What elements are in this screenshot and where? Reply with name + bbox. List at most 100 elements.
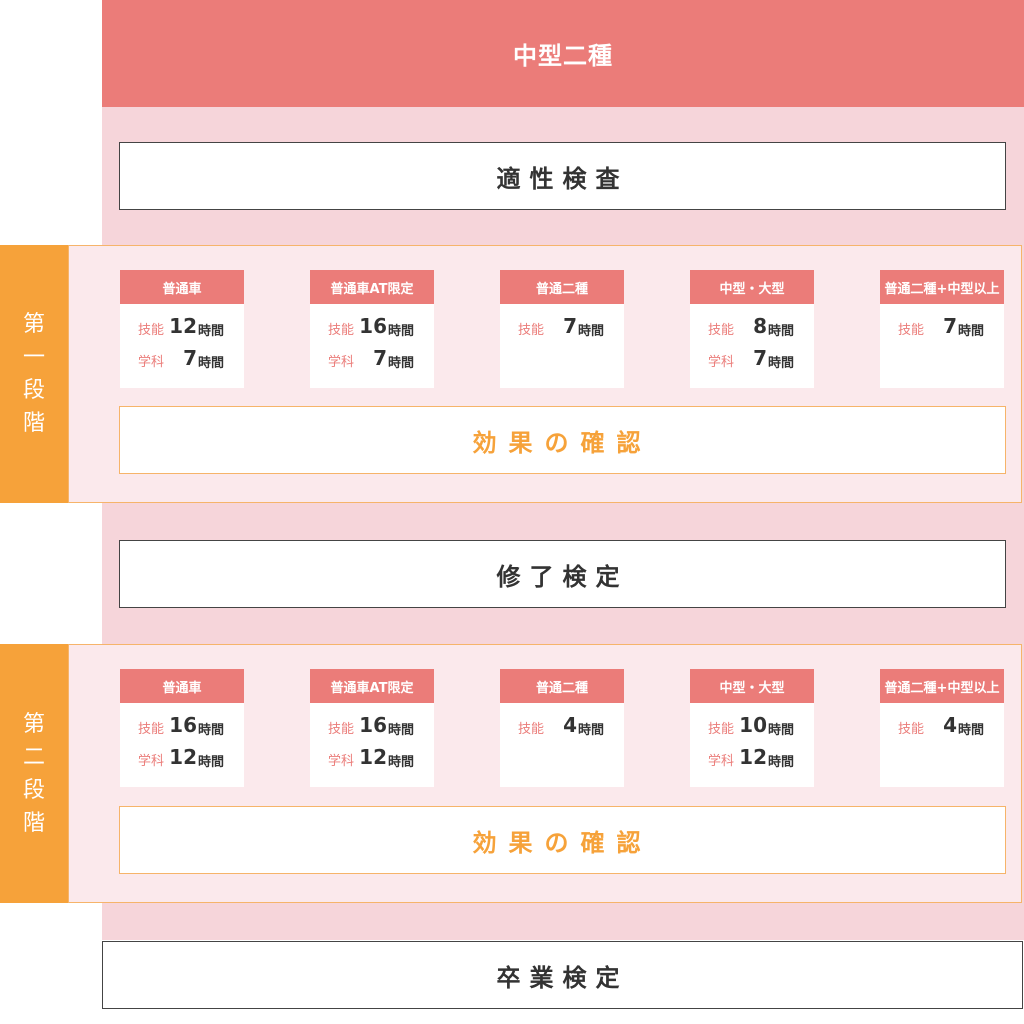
hours-kind: 技能	[708, 323, 735, 338]
hours-number: 16	[359, 314, 387, 338]
card-title: 普通二種+中型以上	[880, 270, 1004, 304]
hours-number: 7	[753, 346, 767, 370]
hours-unit: 時間	[198, 356, 225, 371]
page-title: 中型二種	[102, 0, 1024, 107]
course-card-standard-at: 普通車AT限定 技能 16 時間 学科 7 時間	[310, 270, 434, 388]
stage-label-char: 段	[22, 378, 45, 403]
card-title: 普通車	[120, 270, 244, 304]
hours-unit: 時間	[198, 723, 225, 738]
hours-number: 8	[753, 314, 767, 338]
hours-kind: 技能	[138, 722, 165, 737]
hours-kind: 技能	[138, 323, 165, 338]
hours-unit: 時間	[388, 356, 415, 371]
stage-label-char: 階	[22, 411, 45, 436]
hours-unit: 時間	[388, 324, 415, 339]
effect-confirmation: 効果の確認	[119, 806, 1006, 874]
hours-number: 4	[943, 713, 957, 737]
stage-label-char: 二	[22, 744, 45, 770]
hours-number: 7	[183, 346, 197, 370]
course-card-medium-large: 中型・大型 技能 8 時間 学科 7 時間	[690, 270, 814, 388]
hours-row: 技能 16 時間	[310, 314, 434, 340]
hours-unit: 時間	[768, 324, 795, 339]
hours-number: 7	[373, 346, 387, 370]
hours-row: 学科 7 時間	[310, 346, 434, 372]
card-title: 普通二種	[500, 669, 624, 703]
hours-row: 学科 7 時間	[120, 346, 244, 372]
stage-one-label: 第 一 段 階	[0, 245, 68, 503]
course-card-class2: 普通二種 技能 4 時間	[500, 669, 624, 787]
hours-unit: 時間	[578, 723, 605, 738]
course-card-class2-plus-medium: 普通二種+中型以上 技能 7 時間	[880, 270, 1004, 388]
hours-kind: 学科	[138, 754, 165, 769]
hours-unit: 時間	[958, 723, 985, 738]
stage-two: 第 二 段 階 普通車 技能 16 時間 学科 12 時間 普通車AT限定 技能…	[0, 644, 1024, 903]
stage-one: 第 一 段 階 普通車 技能 12 時間 学科 7 時間 普通車AT限定 技能 …	[0, 245, 1024, 503]
hours-unit: 時間	[768, 755, 795, 770]
hours-row: 学科 12 時間	[120, 745, 244, 771]
card-title: 普通車	[120, 669, 244, 703]
hours-row: 学科 12 時間	[310, 745, 434, 771]
hours-row: 技能 4 時間	[500, 713, 624, 739]
stage-label-char: 第	[22, 711, 45, 737]
hours-row: 学科 7 時間	[690, 346, 814, 372]
hours-number: 12	[169, 745, 197, 769]
hours-kind: 技能	[328, 323, 355, 338]
hours-unit: 時間	[388, 755, 415, 770]
course-card-medium-large: 中型・大型 技能 10 時間 学科 12 時間	[690, 669, 814, 787]
aptitude-test-step: 適性検査	[119, 142, 1006, 210]
hours-kind: 学科	[708, 754, 735, 769]
hours-kind: 技能	[898, 323, 925, 338]
hours-row: 技能 12 時間	[120, 314, 244, 340]
course-card-class2: 普通二種 技能 7 時間	[500, 270, 624, 388]
hours-row: 技能 4 時間	[880, 713, 1004, 739]
card-title: 中型・大型	[690, 669, 814, 703]
hours-number: 7	[943, 314, 957, 338]
hours-row: 技能 8 時間	[690, 314, 814, 340]
hours-kind: 学科	[138, 355, 165, 370]
hours-kind: 技能	[328, 722, 355, 737]
hours-unit: 時間	[958, 324, 985, 339]
card-title: 普通二種+中型以上	[880, 669, 1004, 703]
hours-number: 16	[359, 713, 387, 737]
hours-row: 技能 7 時間	[880, 314, 1004, 340]
stage-label-char: 第	[22, 312, 45, 337]
course-card-class2-plus-medium: 普通二種+中型以上 技能 4 時間	[880, 669, 1004, 787]
hours-unit: 時間	[388, 723, 415, 738]
course-card-standard: 普通車 技能 16 時間 学科 12 時間	[120, 669, 244, 787]
hours-row: 技能 16 時間	[120, 713, 244, 739]
stage-label-char: 段	[22, 777, 45, 803]
hours-number: 12	[169, 314, 197, 338]
hours-number: 10	[739, 713, 767, 737]
stage-label-char: 階	[22, 810, 45, 836]
hours-kind: 技能	[898, 722, 925, 737]
graduation-test-step: 卒業検定	[102, 941, 1023, 1009]
hours-number: 12	[739, 745, 767, 769]
hours-unit: 時間	[768, 356, 795, 371]
hours-kind: 技能	[708, 722, 735, 737]
stage-two-label: 第 二 段 階	[0, 644, 68, 903]
completion-test-step: 修了検定	[119, 540, 1006, 608]
hours-unit: 時間	[198, 324, 225, 339]
hours-unit: 時間	[768, 723, 795, 738]
card-title: 中型・大型	[690, 270, 814, 304]
hours-row: 学科 12 時間	[690, 745, 814, 771]
card-title: 普通車AT限定	[310, 669, 434, 703]
hours-unit: 時間	[578, 324, 605, 339]
hours-unit: 時間	[198, 755, 225, 770]
hours-kind: 学科	[328, 754, 355, 769]
course-card-standard: 普通車 技能 12 時間 学科 7 時間	[120, 270, 244, 388]
card-title: 普通車AT限定	[310, 270, 434, 304]
effect-confirmation: 効果の確認	[119, 406, 1006, 474]
hours-number: 7	[563, 314, 577, 338]
hours-kind: 技能	[518, 722, 545, 737]
hours-number: 4	[563, 713, 577, 737]
course-card-standard-at: 普通車AT限定 技能 16 時間 学科 12 時間	[310, 669, 434, 787]
hours-kind: 学科	[708, 355, 735, 370]
hours-kind: 技能	[518, 323, 545, 338]
hours-row: 技能 7 時間	[500, 314, 624, 340]
stage-label-char: 一	[22, 345, 45, 370]
hours-number: 16	[169, 713, 197, 737]
card-title: 普通二種	[500, 270, 624, 304]
hours-number: 12	[359, 745, 387, 769]
hours-row: 技能 16 時間	[310, 713, 434, 739]
